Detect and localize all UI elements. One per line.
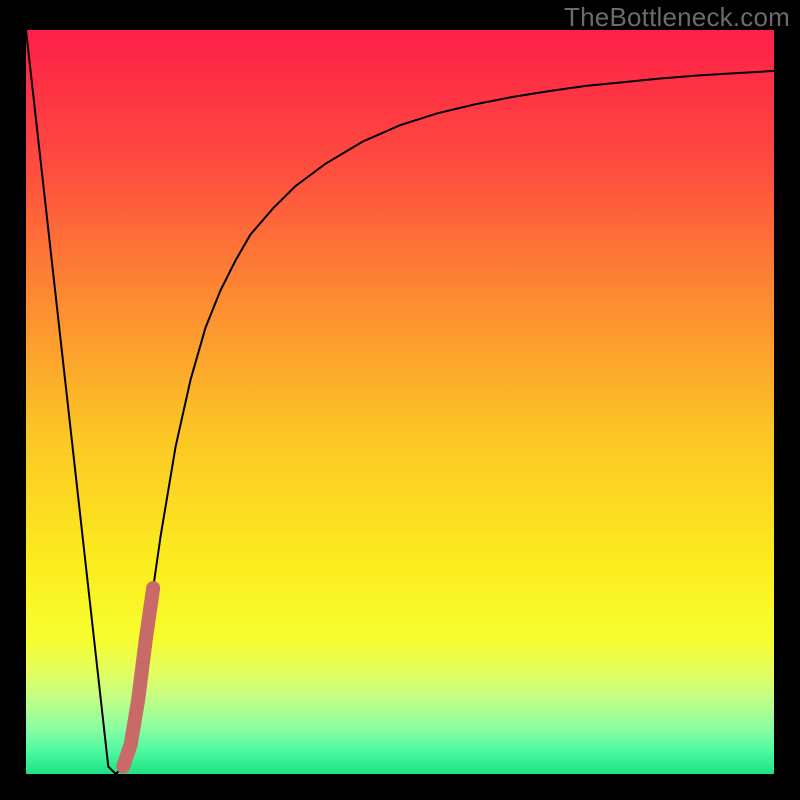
chart-frame: TheBottleneck.com [0, 0, 800, 800]
watermark-text: TheBottleneck.com [564, 2, 790, 33]
chart-plot-area [26, 30, 774, 774]
chart-svg [26, 30, 774, 774]
